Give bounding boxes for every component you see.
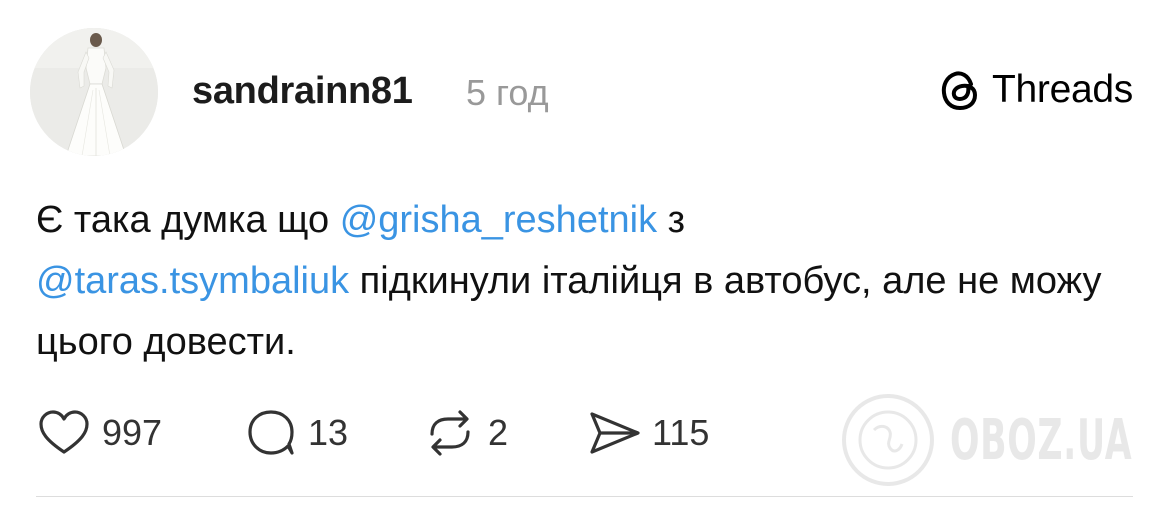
- post-text-part: Є така думка що: [36, 199, 340, 241]
- like-count: 997: [102, 412, 163, 453]
- username[interactable]: sandrainn81: [192, 70, 413, 113]
- threads-post-card: sandrainn81 5 год Threads Є така думка щ…: [0, 0, 1169, 511]
- watermark: OBOZ.UA: [840, 392, 1169, 488]
- divider: [36, 496, 1133, 497]
- brand-name: Threads: [992, 68, 1133, 111]
- comment-count: 13: [308, 412, 349, 453]
- post-timestamp: 5 год: [466, 72, 549, 113]
- repost-arrows-icon: [430, 410, 470, 456]
- threads-brand: Threads: [940, 68, 1133, 112]
- share-count: 115: [652, 412, 710, 453]
- comment-button[interactable]: 13: [244, 408, 348, 458]
- repost-button[interactable]: 2: [422, 408, 508, 458]
- send-paper-plane-icon: [590, 412, 640, 454]
- globe-icon: [842, 394, 934, 486]
- comment-bubble-icon: [248, 410, 294, 455]
- post-text: Є така думка що @grisha_reshetnik з @tar…: [36, 190, 1136, 373]
- heart-icon: [39, 410, 89, 454]
- watermark-text: OBOZ.UA: [950, 407, 1133, 473]
- repost-count: 2: [488, 412, 509, 453]
- share-button[interactable]: 115: [586, 408, 709, 458]
- mention-link[interactable]: @grisha_reshetnik: [340, 199, 657, 241]
- avatar[interactable]: [30, 28, 158, 156]
- avatar-image: [30, 28, 158, 156]
- threads-logo-icon: [941, 71, 978, 111]
- like-button[interactable]: 997: [36, 408, 162, 458]
- post-text-part: з: [657, 199, 686, 241]
- mention-link[interactable]: @taras.tsymbaliuk: [36, 260, 349, 302]
